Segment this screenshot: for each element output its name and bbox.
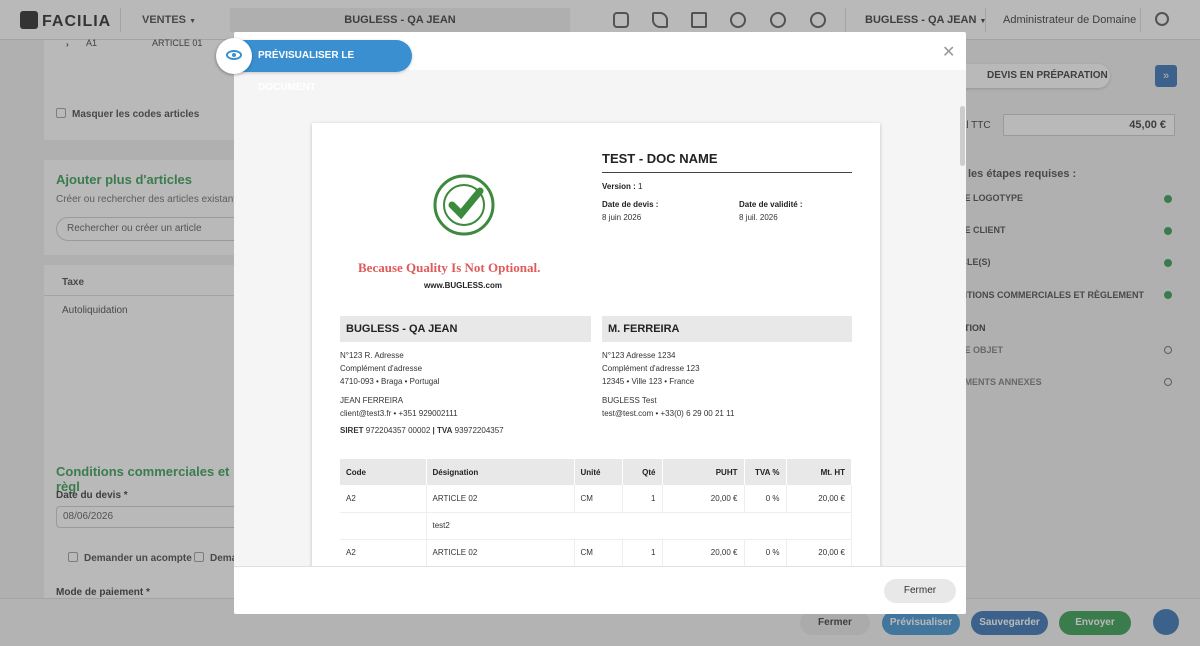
cell-tva: 0 % <box>744 485 787 513</box>
sender-legal: SIRET 972204357 00002 | TVA 93972204357 <box>340 426 504 435</box>
validity-value: 8 juil. 2026 <box>739 213 778 222</box>
version-row: Version : 1 <box>602 182 642 191</box>
cell-designation: ARTICLE 02 <box>426 485 575 513</box>
version-label: Version : <box>602 182 636 191</box>
column-header: TVA % <box>744 459 787 485</box>
quote-date-label: Date de devis : <box>602 200 659 209</box>
cell-tva: 0 % <box>744 539 787 566</box>
cell-mt: 20,00 € <box>786 539 852 566</box>
modal-footer: Fermer <box>234 566 966 614</box>
cell-puht: 20,00 € <box>662 485 745 513</box>
tva-value: 93972204357 <box>454 426 504 435</box>
client-contact: BUGLESS Test <box>602 396 657 405</box>
table-row: test2 <box>340 512 852 540</box>
column-header: Désignation <box>426 459 575 485</box>
document-viewport[interactable]: Because Quality Is Not Optional. www.BUG… <box>234 70 966 566</box>
cell-code: A2 <box>340 485 427 513</box>
company-website: www.BUGLESS.com <box>424 281 502 290</box>
client-addr2: Complément d'adresse 123 <box>602 364 700 373</box>
client-address: N°123 Adresse 1234 Complément d'adresse … <box>602 349 734 420</box>
cell-qty: 1 <box>622 485 663 513</box>
tva-label: TVA <box>437 426 453 435</box>
column-header: Qté <box>622 459 663 485</box>
document-title: TEST - DOC NAME <box>602 151 718 166</box>
eye-icon <box>226 50 242 60</box>
sender-addr2: Complément d'adresse <box>340 364 423 373</box>
client-addr3: 12345 • Ville 123 • France <box>602 377 695 386</box>
table-header-row: Code Désignation Unité Qté PUHT TVA % Mt… <box>340 459 852 485</box>
divider <box>602 172 852 173</box>
siret-value: 972204357 00002 <box>365 426 431 435</box>
sender-contact: JEAN FERREIRA <box>340 396 404 405</box>
company-slogan: Because Quality Is Not Optional. <box>358 260 541 275</box>
table-row: A2 ARTICLE 02 CM 1 20,00 € 0 % 20,00 € <box>340 539 852 566</box>
document-page: Because Quality Is Not Optional. www.BUG… <box>312 123 880 566</box>
cell-unit: CM <box>574 485 623 513</box>
siret-label: SIRET <box>340 426 364 435</box>
column-header: Unité <box>574 459 623 485</box>
cell-mt: 20,00 € <box>786 485 852 513</box>
cell-code: A2 <box>340 539 427 566</box>
validity-label: Date de validité : <box>739 200 803 209</box>
cell-puht: 20,00 € <box>662 539 745 566</box>
sender-addr3: 4710-093 • Braga • Portugal <box>340 377 440 386</box>
column-header: Code <box>340 459 427 485</box>
sender-address: N°123 R. Adresse Complément d'adresse 47… <box>340 349 504 437</box>
quote-date-value: 8 juin 2026 <box>602 213 642 222</box>
cell-empty <box>340 512 427 540</box>
table-row: A2 ARTICLE 02 CM 1 20,00 € 0 % 20,00 € <box>340 485 852 513</box>
items-table: Code Désignation Unité Qté PUHT TVA % Mt… <box>340 459 852 566</box>
sender-email-phone: client@test3.fr • +351 929002111 <box>340 409 458 418</box>
quality-control-logo <box>433 174 495 236</box>
cell-qty: 1 <box>622 539 663 566</box>
sender-addr1: N°123 R. Adresse <box>340 351 404 360</box>
client-name: M. FERREIRA <box>602 316 852 342</box>
preview-modal: ✕ Because Quality Is Not Optional. www.B… <box>234 32 966 614</box>
eye-icon-wrapper <box>216 38 252 74</box>
cell-unit: CM <box>574 539 623 566</box>
cell-designation: ARTICLE 02 <box>426 539 575 566</box>
close-icon[interactable]: ✕ <box>942 42 955 62</box>
modal-close-button[interactable]: Fermer <box>884 579 956 603</box>
column-header: Mt. HT <box>786 459 852 485</box>
scrollbar[interactable] <box>960 106 965 166</box>
sender-name: BUGLESS - QA JEAN <box>340 316 591 342</box>
preview-document-header: PRÉVISUALISER LE DOCUMENT <box>216 38 412 93</box>
version-value: 1 <box>638 182 643 191</box>
cell-note: test2 <box>426 512 852 540</box>
column-header: PUHT <box>662 459 745 485</box>
client-email-phone: test@test.com • +33(0) 6 29 00 21 11 <box>602 409 735 418</box>
client-addr1: N°123 Adresse 1234 <box>602 351 676 360</box>
